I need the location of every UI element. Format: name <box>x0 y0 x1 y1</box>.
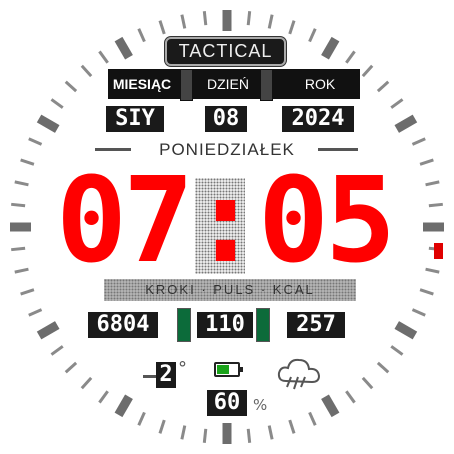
minute-tick <box>267 14 274 29</box>
minute-tick <box>202 11 208 26</box>
steps-value: 6804 <box>88 312 158 338</box>
minute-tick <box>411 137 426 146</box>
minute-tick <box>20 158 35 166</box>
second-marker <box>434 243 443 259</box>
minute-tick <box>345 390 356 404</box>
minute-tick <box>390 345 404 356</box>
hour-tick <box>114 36 133 60</box>
battery-fill <box>217 365 229 374</box>
minute-tick <box>28 308 43 317</box>
minute-tick <box>246 428 252 443</box>
time-hours: 07 <box>55 151 194 289</box>
stats-labels-strip: KROKI · PULS · KCAL <box>104 279 356 301</box>
minute-tick <box>345 50 356 64</box>
header-separator-1 <box>180 69 193 101</box>
minute-tick <box>80 376 93 390</box>
minute-tick <box>361 376 374 390</box>
hour-tick <box>394 114 418 133</box>
time-minutes: 05 <box>257 151 396 289</box>
minute-tick <box>14 180 29 187</box>
header-separator-2 <box>260 69 273 101</box>
brand-label: TACTICAL <box>178 41 273 61</box>
temperature-value: 2 <box>156 362 176 388</box>
hour-tick <box>114 394 133 418</box>
minute-tick <box>80 64 93 78</box>
minute-tick <box>137 411 146 426</box>
minute-tick <box>64 80 78 93</box>
minute-tick <box>137 28 146 43</box>
hour-tick <box>36 114 60 133</box>
minute-tick <box>11 246 26 252</box>
minute-tick <box>202 428 208 443</box>
minute-tick <box>158 20 166 35</box>
day-header: DZIEŃ <box>207 76 249 92</box>
battery-value: 60 <box>207 390 247 416</box>
minute-tick <box>11 202 26 208</box>
minute-tick <box>28 137 43 146</box>
hour-tick <box>321 394 340 418</box>
date-header-bar: MIESIĄC DZIEŃ ROK <box>108 69 360 101</box>
minute-tick <box>419 288 434 296</box>
stats-separator-1 <box>177 308 191 342</box>
day-value: 08 <box>205 106 247 132</box>
stats-separator-2 <box>256 308 270 342</box>
minute-tick <box>308 28 317 43</box>
minute-tick <box>50 98 64 109</box>
minute-tick <box>428 202 443 208</box>
battery-icon <box>214 362 243 377</box>
minute-tick <box>376 361 390 374</box>
minute-tick <box>308 411 317 426</box>
hour-tick <box>321 36 340 60</box>
minute-tick <box>390 98 404 109</box>
minute-tick <box>361 64 374 78</box>
calories-value: 257 <box>287 312 345 338</box>
minute-tick <box>14 267 29 274</box>
hour-tick <box>394 321 418 340</box>
minute-tick <box>180 425 187 440</box>
temperature-dash <box>143 375 157 378</box>
month-header: MIESIĄC <box>112 76 172 92</box>
minute-tick <box>98 390 109 404</box>
minute-tick <box>419 158 434 166</box>
minute-tick <box>20 288 35 296</box>
temperature-unit: ° <box>178 358 187 379</box>
year-header: ROK <box>304 76 336 92</box>
battery-unit: % <box>253 396 268 414</box>
minute-tick <box>267 425 274 440</box>
stats-labels: KROKI · PULS · KCAL <box>145 282 315 297</box>
brand-badge: TACTICAL <box>165 37 286 66</box>
heart-rate-value: 110 <box>197 312 253 338</box>
minute-tick <box>246 11 252 26</box>
minute-tick <box>425 267 440 274</box>
minute-tick <box>411 308 426 317</box>
minute-tick <box>50 345 64 356</box>
month-value: SIY <box>106 106 164 132</box>
cloud-rain-icon <box>277 358 321 390</box>
minute-tick <box>288 419 296 434</box>
minute-tick <box>180 14 187 29</box>
minute-tick <box>288 20 296 35</box>
minute-tick <box>64 361 78 374</box>
minute-tick <box>98 50 109 64</box>
year-value: 2024 <box>282 106 354 132</box>
minute-tick <box>425 180 440 187</box>
minute-tick <box>376 80 390 93</box>
hour-tick <box>36 321 60 340</box>
minute-tick <box>158 419 166 434</box>
